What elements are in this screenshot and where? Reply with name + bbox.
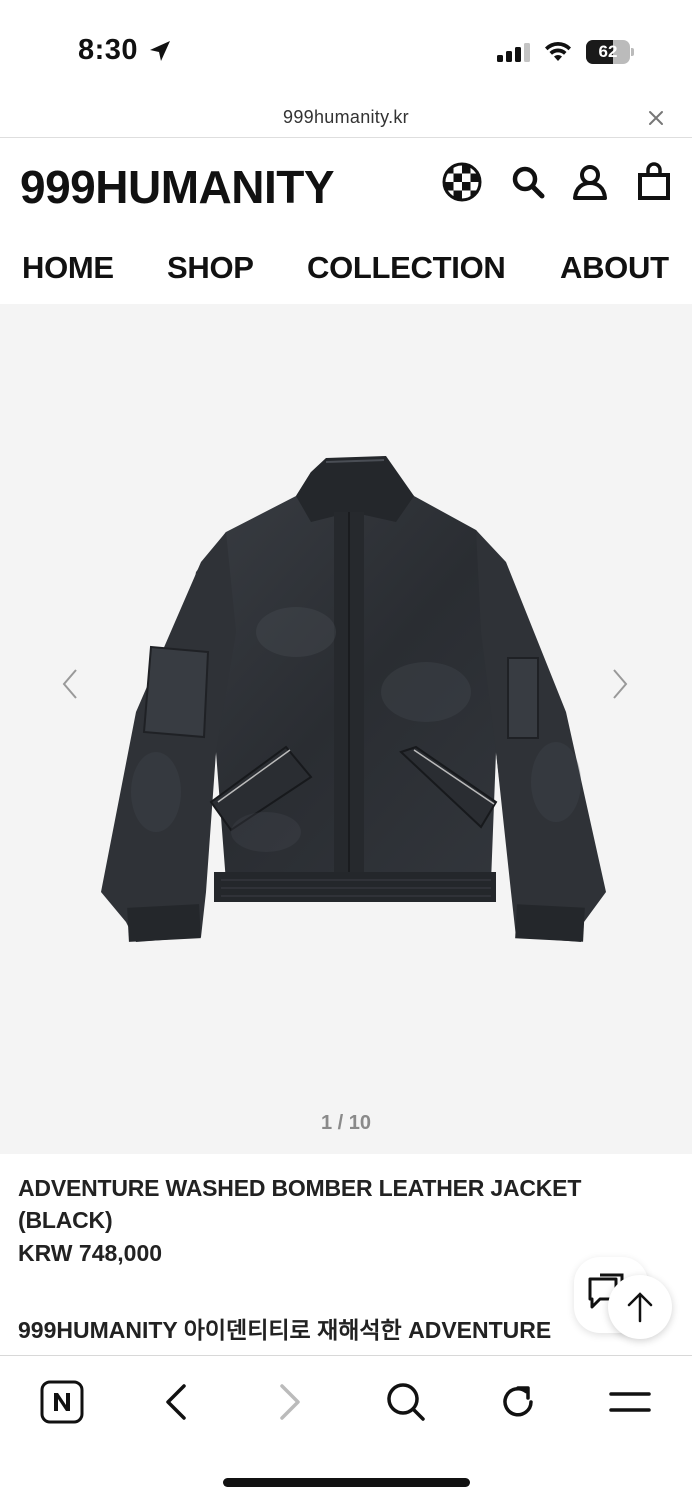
home-indicator <box>223 1478 470 1487</box>
scroll-top-button[interactable] <box>608 1275 672 1339</box>
chevron-left-icon[interactable] <box>60 668 80 700</box>
product-image[interactable] <box>96 452 616 997</box>
arrow-up-icon <box>627 1292 653 1323</box>
forward-icon[interactable] <box>274 1380 306 1424</box>
product-info: ADVENTURE WASHED BOMBER LEATHER JACKET (… <box>18 1172 638 1269</box>
status-bar: 8:30 62 <box>0 0 692 100</box>
close-icon[interactable] <box>648 110 664 126</box>
nav-collection[interactable]: COLLECTION <box>307 250 506 286</box>
search-icon[interactable] <box>508 162 548 202</box>
wifi-icon <box>545 41 571 61</box>
product-price: KRW 748,000 <box>18 1240 163 1266</box>
cart-icon[interactable] <box>636 162 672 202</box>
location-arrow-icon <box>150 41 170 61</box>
browser-toolbar <box>0 1355 692 1500</box>
globe-checker-icon[interactable] <box>442 162 482 202</box>
main-nav: HOME SHOP COLLECTION ABOUT <box>4 226 680 304</box>
nav-about[interactable]: ABOUT <box>560 250 669 286</box>
back-icon[interactable] <box>160 1380 192 1424</box>
nav-shop[interactable]: SHOP <box>167 250 254 286</box>
product-gallery[interactable]: 1 / 10 <box>0 304 692 1154</box>
product-name: ADVENTURE WASHED BOMBER LEATHER JACKET (… <box>18 1175 582 1233</box>
search-icon[interactable] <box>384 1380 428 1424</box>
product-description: 999HUMANITY 아이덴티티로 재해석한 ADVENTURE <box>18 1317 552 1343</box>
status-time: 8:30 <box>78 34 139 66</box>
site-header: 999HUMANITY <box>4 142 680 224</box>
nav-home[interactable]: HOME <box>22 250 114 286</box>
url-text[interactable]: 999humanity.kr <box>0 107 692 128</box>
gallery-counter: 1 / 10 <box>320 1112 372 1134</box>
reload-icon[interactable] <box>496 1380 540 1424</box>
naver-logo-icon[interactable] <box>40 1380 84 1424</box>
account-icon[interactable] <box>570 162 610 202</box>
site-logo[interactable]: 999HUMANITY <box>20 160 335 214</box>
browser-url-bar[interactable]: 999humanity.kr <box>0 100 692 138</box>
battery-icon: 62 <box>586 40 634 64</box>
menu-icon[interactable] <box>608 1380 652 1424</box>
cellular-signal-icon <box>497 43 530 62</box>
battery-level: 62 <box>598 42 618 61</box>
